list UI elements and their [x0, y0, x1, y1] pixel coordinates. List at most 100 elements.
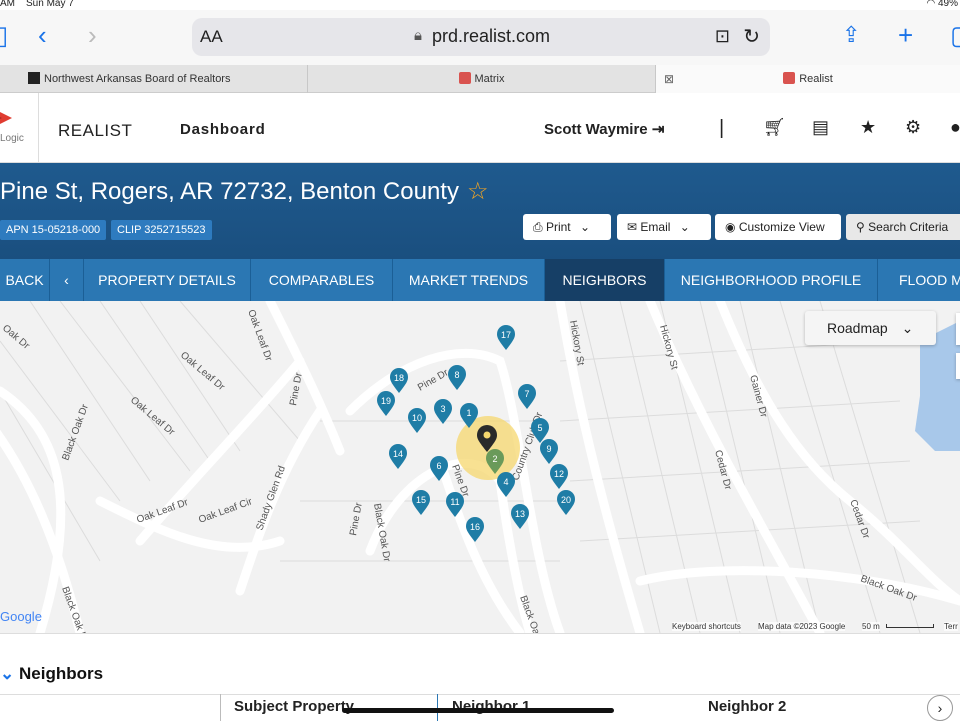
terms-link[interactable]: Terr: [944, 622, 958, 631]
url-text[interactable]: prd.realist.com: [432, 26, 550, 47]
tab-matrix[interactable]: Matrix: [308, 65, 656, 93]
neighbor-pin-13[interactable]: 13: [511, 504, 529, 529]
print-button[interactable]: ⎙ Print ⌄: [523, 214, 611, 240]
neighbor-pin-14[interactable]: 14: [389, 444, 407, 469]
map-canvas[interactable]: Oak Dr Oak Leaf Dr Black Oak Dr Oak Leaf…: [0, 301, 960, 633]
pin-label: 9: [546, 444, 551, 454]
help-icon[interactable]: ●: [950, 117, 960, 138]
status-date: Sun May 7: [26, 0, 74, 9]
eye-icon: ◉: [725, 220, 736, 234]
scale-bar: [886, 624, 934, 628]
printer-icon: ⎙: [533, 220, 543, 234]
header-divider: [38, 93, 39, 163]
tab-flood-map[interactable]: FLOOD M: [878, 259, 960, 301]
svg-text:Oak Leaf Dr: Oak Leaf Dr: [245, 308, 274, 363]
divider: [0, 694, 960, 695]
keyboard-shortcuts-link[interactable]: Keyboard shortcuts: [672, 622, 741, 631]
neighbor-pin-7[interactable]: 7: [518, 384, 536, 409]
chevron-down-icon: ⌄: [679, 220, 690, 234]
pin-label: 3: [440, 404, 445, 414]
svg-text:Pine Dr: Pine Dr: [416, 367, 451, 394]
settings-gear-icon[interactable]: ⚙: [905, 117, 921, 138]
search-criteria-button[interactable]: ⚲ Search Criteria: [846, 214, 960, 240]
app-name[interactable]: REALIST: [58, 121, 132, 141]
tab-realist[interactable]: ⊠ Realist: [656, 65, 960, 93]
svg-text:Oak Leaf Cir: Oak Leaf Cir: [197, 496, 254, 526]
forward-arrow-icon[interactable]: ›: [88, 22, 97, 48]
share-icon[interactable]: ⇪: [842, 22, 860, 48]
close-tab-icon[interactable]: ⊠: [664, 65, 674, 93]
tab-neighborhood-profile[interactable]: NEIGHBORHOOD PROFILE: [665, 259, 878, 301]
home-indicator: [342, 708, 614, 713]
pin-label: 17: [501, 330, 511, 340]
pin-label: 11: [450, 497, 459, 507]
property-banner: Pine St, Rogers, AR 72732, Benton County…: [0, 163, 960, 259]
logout-icon[interactable]: ⇥: [652, 121, 665, 138]
pin-label: 7: [524, 389, 529, 399]
neighbor-pin-15[interactable]: 15: [412, 490, 430, 515]
neighbors-section-title[interactable]: ⌄ Neighbors: [0, 664, 103, 684]
extension-icon[interactable]: ⊡: [715, 26, 730, 47]
property-nav: BACK ‹ PROPERTY DETAILS COMPARABLES MARK…: [0, 259, 960, 301]
pin-label: 14: [393, 449, 403, 459]
pin-label: 5: [537, 423, 542, 433]
pin-label: 1: [466, 408, 471, 418]
reload-icon[interactable]: ↻: [743, 24, 760, 49]
map-control[interactable]: [956, 313, 960, 345]
neighbors-section: ⌄ Neighbors Subject Property Neighbor 1 …: [0, 633, 960, 721]
tab-comparables[interactable]: COMPARABLES: [251, 259, 393, 301]
document-icon[interactable]: ▤: [812, 117, 829, 138]
pin-label: 2: [492, 454, 497, 464]
chevron-down-icon[interactable]: ⌄: [0, 664, 14, 683]
next-neighbors-chevron-icon[interactable]: ›: [927, 695, 953, 721]
tab-property-details[interactable]: PROPERTY DETAILS: [84, 259, 251, 301]
pin-label: 13: [515, 509, 525, 519]
pin-label: 12: [554, 469, 564, 479]
favorite-star-icon[interactable]: ☆: [467, 178, 489, 205]
user-logout[interactable]: Scott Waymire ⇥: [544, 120, 664, 138]
column-divider: [220, 694, 221, 721]
logo-text: Logic: [0, 133, 24, 144]
lock-icon: 🔒︎: [414, 27, 422, 44]
pin-label: 4: [503, 477, 508, 487]
back-arrow-icon[interactable]: ‹: [38, 22, 47, 48]
favorites-star-icon[interactable]: ★: [860, 117, 876, 138]
address-bar[interactable]: AA 🔒︎ prd.realist.com ⊡ ↻: [192, 18, 770, 56]
svg-text:Hickory St: Hickory St: [657, 324, 679, 371]
cart-icon[interactable]: 🛒︎: [763, 117, 786, 138]
nav-back[interactable]: BACK: [0, 259, 50, 301]
roadmap-dropdown[interactable]: Roadmap ⌄: [805, 311, 936, 345]
header-separator: |: [719, 117, 725, 139]
email-button[interactable]: ✉ Email ⌄: [617, 214, 711, 240]
customize-view-button[interactable]: ◉ Customize View: [715, 214, 841, 240]
neighbor-pin-9[interactable]: 9: [540, 439, 558, 464]
neighbor-pin-8[interactable]: 8: [448, 365, 466, 390]
neighbors-map[interactable]: Oak Dr Oak Leaf Dr Black Oak Dr Oak Leaf…: [0, 301, 960, 633]
pin-label: 15: [416, 495, 426, 505]
new-tab-plus-icon[interactable]: +: [898, 22, 913, 48]
pin-label: 8: [454, 370, 459, 380]
nwa-favicon: [28, 72, 40, 84]
neighbor-pin-12[interactable]: 12: [550, 464, 568, 489]
nav-prev-chevron-icon[interactable]: ‹: [50, 259, 84, 301]
neighbor-pin-17[interactable]: 17: [497, 325, 515, 350]
tab-nwa-board[interactable]: Northwest Arkansas Board of Realtors: [0, 65, 308, 93]
battery-indicator: ◠ 49%: [926, 0, 958, 9]
svg-text:Shady Glen Rd: Shady Glen Rd: [254, 465, 288, 532]
neighbor-pin-10[interactable]: 10: [408, 408, 426, 433]
tab-market-trends[interactable]: MARKET TRENDS: [393, 259, 545, 301]
map-control[interactable]: [956, 353, 960, 379]
neighbor-pin-19[interactable]: 19: [377, 391, 395, 416]
corelogic-logo[interactable]: [0, 107, 12, 129]
reader-aa-button[interactable]: AA: [200, 27, 223, 47]
tabs-overview-icon[interactable]: ▢: [950, 22, 960, 48]
neighbor-pin-20[interactable]: 20: [557, 490, 575, 515]
app-header: Logic REALIST Dashboard Scott Waymire ⇥ …: [0, 93, 960, 163]
pin-label: 10: [412, 413, 422, 423]
neighbor-pin-3[interactable]: 3: [434, 399, 452, 424]
chevron-down-icon: ⌄: [901, 320, 914, 336]
neighbor-pin-18[interactable]: 18: [390, 368, 408, 393]
sidebar-icon[interactable]: ▯: [0, 22, 8, 48]
dashboard-link[interactable]: Dashboard: [180, 121, 266, 138]
tab-neighbors[interactable]: NEIGHBORS: [545, 259, 665, 301]
